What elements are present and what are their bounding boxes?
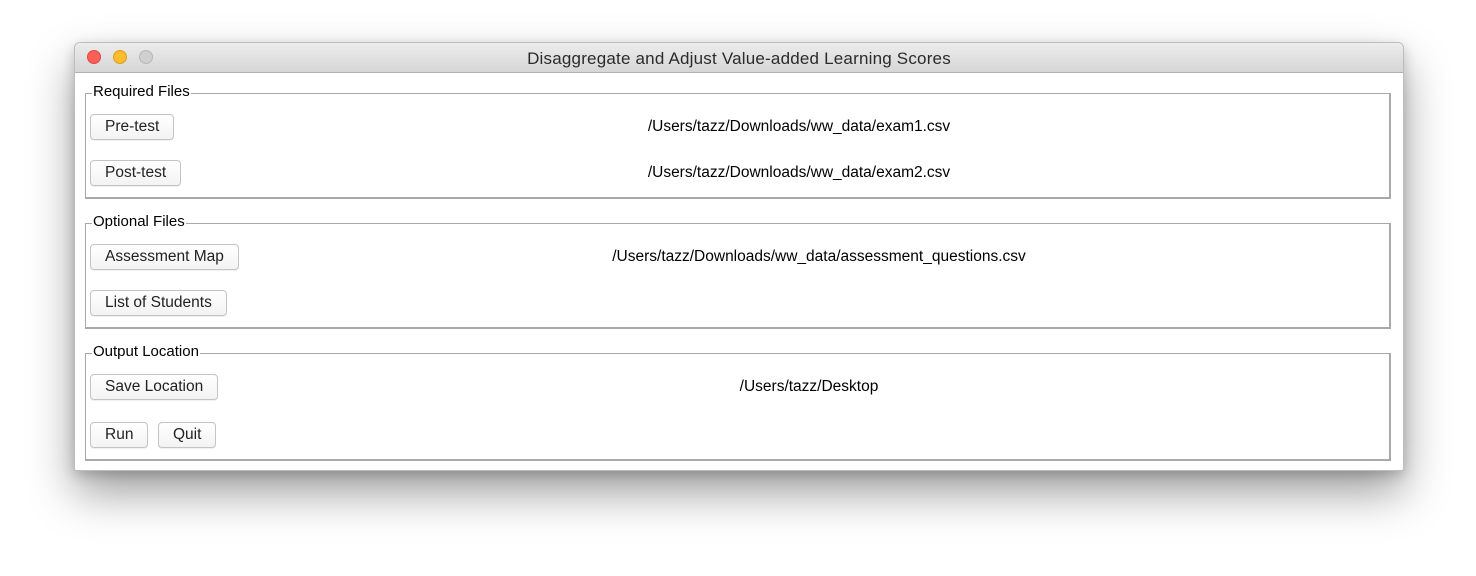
list-of-students-button[interactable]: List of Students [90, 290, 227, 316]
posttest-button[interactable]: Post-test [90, 160, 182, 186]
app-window: Disaggregate and Adjust Value-added Lear… [74, 42, 1404, 471]
assessment-map-button[interactable]: Assessment Map [90, 244, 239, 270]
save-location-button[interactable]: Save Location [90, 374, 219, 400]
optional-files-group: Optional Files Assessment Map /Users/taz… [85, 213, 1391, 329]
pretest-path: /Users/tazz/Downloads/ww_data/exam1.csv [647, 118, 951, 135]
title-bar[interactable]: Disaggregate and Adjust Value-added Lear… [75, 43, 1403, 73]
output-location-label: Output Location [92, 343, 200, 361]
save-location-path: /Users/tazz/Desktop [739, 378, 879, 395]
assessment-map-path: /Users/tazz/Downloads/ww_data/assessment… [612, 248, 1026, 265]
output-location-group: Output Location Save Location /Users/taz… [85, 343, 1391, 461]
posttest-path: /Users/tazz/Downloads/ww_data/exam2.csv [647, 164, 951, 181]
quit-button[interactable]: Quit [158, 422, 217, 448]
required-files-group: Required Files Pre-test /Users/tazz/Down… [85, 83, 1391, 199]
run-button[interactable]: Run [90, 422, 149, 448]
window-title: Disaggregate and Adjust Value-added Lear… [527, 49, 951, 68]
required-files-label: Required Files [92, 83, 191, 101]
optional-files-label: Optional Files [92, 213, 186, 231]
pretest-button[interactable]: Pre-test [90, 114, 175, 140]
